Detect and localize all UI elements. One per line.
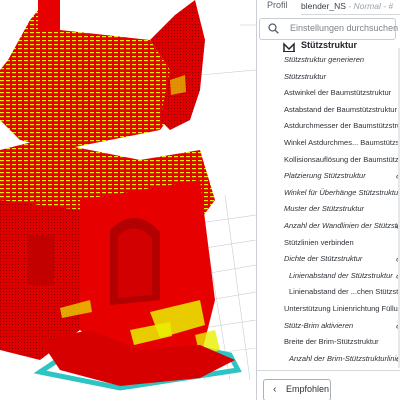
3d-viewport[interactable] bbox=[0, 0, 256, 400]
setting-row[interactable]: Linienabstand der ...chen Stützstrukt bbox=[257, 284, 400, 300]
model-body bbox=[0, 0, 235, 386]
setting-label: Stützlinien verbinden bbox=[284, 237, 354, 247]
setting-label: Astabstand der Baumstützstruktur bbox=[284, 104, 397, 114]
setting-row[interactable]: Winkel Astdurchmes... Baumstützstruktur bbox=[257, 135, 400, 151]
profile-bar: Profil blender_NS - Normal - # bbox=[257, 0, 400, 18]
setting-row[interactable]: Anzahl der Wandlinien der Stützstruktur bbox=[257, 218, 400, 234]
profile-selector[interactable]: blender_NS - Normal - # bbox=[301, 0, 400, 15]
model-render bbox=[0, 0, 256, 391]
setting-row[interactable]: Stützstruktur bbox=[257, 69, 400, 85]
setting-row[interactable]: Stütz-Brim aktivieren bbox=[257, 318, 400, 334]
profile-suffix: - Normal - # bbox=[348, 1, 394, 11]
setting-label: Unterstützung Linienrichtung Füllung bbox=[284, 304, 400, 313]
setting-row[interactable]: Platzierung Stützstruktur bbox=[257, 168, 400, 184]
setting-label: Astwinkel der Baumstützstruktur bbox=[284, 88, 392, 98]
setting-label: Astdurchmesser der Baumstützstruktur bbox=[284, 121, 400, 131]
setting-row[interactable]: Stützstruktur generieren bbox=[257, 52, 400, 68]
bottom-bar: ‹ Empfohlen bbox=[257, 370, 400, 400]
setting-label: Linienabstand der Stützstruktur bbox=[289, 270, 393, 280]
setting-label: Breite der Brim-Stützstruktur bbox=[284, 337, 379, 347]
setting-row[interactable]: Linienabstand der Stützstruktur bbox=[257, 268, 400, 284]
setting-label: Linienabstand der ...chen Stützstrukt bbox=[289, 287, 400, 297]
section-title: Stützstruktur bbox=[301, 40, 357, 50]
setting-row[interactable]: Kollisionsauflösung der Baumstützstrukt bbox=[257, 152, 400, 168]
search-placeholder: Einstellungen durchsuchen bbox=[290, 23, 399, 33]
setting-label: Muster der Stützstruktur bbox=[284, 204, 365, 214]
setting-label: Winkel Astdurchmes... Baumstützstruktur bbox=[284, 138, 400, 147]
profile-label: Profil bbox=[267, 0, 288, 10]
support-structure-icon bbox=[283, 42, 295, 52]
setting-label: Kollisionsauflösung der Baumstützstrukt bbox=[284, 154, 400, 164]
search-icon bbox=[268, 23, 279, 34]
settings-panel: Profil blender_NS - Normal - # Einstellu… bbox=[256, 0, 400, 400]
setting-row[interactable]: Unterstützung Linienrichtung Füllung bbox=[257, 301, 400, 317]
chevron-left-icon: ‹ bbox=[273, 384, 277, 395]
setting-label: Anzahl der Wandlinien der Stützstruktur bbox=[284, 221, 400, 230]
setting-row[interactable]: Winkel für Überhänge Stützstruktur bbox=[257, 185, 400, 201]
setting-label: Stützstruktur bbox=[284, 71, 327, 81]
setting-row[interactable]: Astabstand der Baumstützstruktur bbox=[257, 102, 400, 118]
setting-label: Winkel für Überhänge Stützstruktur bbox=[284, 187, 400, 197]
recommended-button[interactable]: ‹ Empfohlen bbox=[263, 379, 331, 400]
setting-label: Stütz-Brim aktivieren bbox=[284, 320, 354, 330]
setting-label: Dichte der Stützstruktur bbox=[284, 254, 363, 264]
settings-search-input[interactable]: Einstellungen durchsuchen bbox=[259, 18, 399, 40]
setting-row[interactable]: Anzahl der Brim-Stützstrukturlinien bbox=[257, 351, 400, 367]
profile-name: blender_NS bbox=[301, 1, 346, 11]
setting-row[interactable]: Astdurchmesser der Baumstützstruktur bbox=[257, 118, 400, 134]
setting-row[interactable]: Breite der Brim-Stützstruktur bbox=[257, 334, 400, 350]
recommended-label: Empfohlen bbox=[286, 384, 330, 394]
setting-row[interactable]: Dichte der Stützstruktur bbox=[257, 251, 400, 267]
setting-label: Stützstruktur generieren bbox=[284, 55, 365, 64]
setting-label: Anzahl der Brim-Stützstrukturlinien bbox=[289, 353, 400, 363]
setting-label: Platzierung Stützstruktur bbox=[284, 171, 366, 181]
setting-row[interactable]: Muster der Stützstruktur bbox=[257, 201, 400, 217]
setting-row[interactable]: Stützlinien verbinden bbox=[257, 235, 400, 251]
setting-row[interactable]: Astwinkel der Baumstützstruktur bbox=[257, 85, 400, 101]
